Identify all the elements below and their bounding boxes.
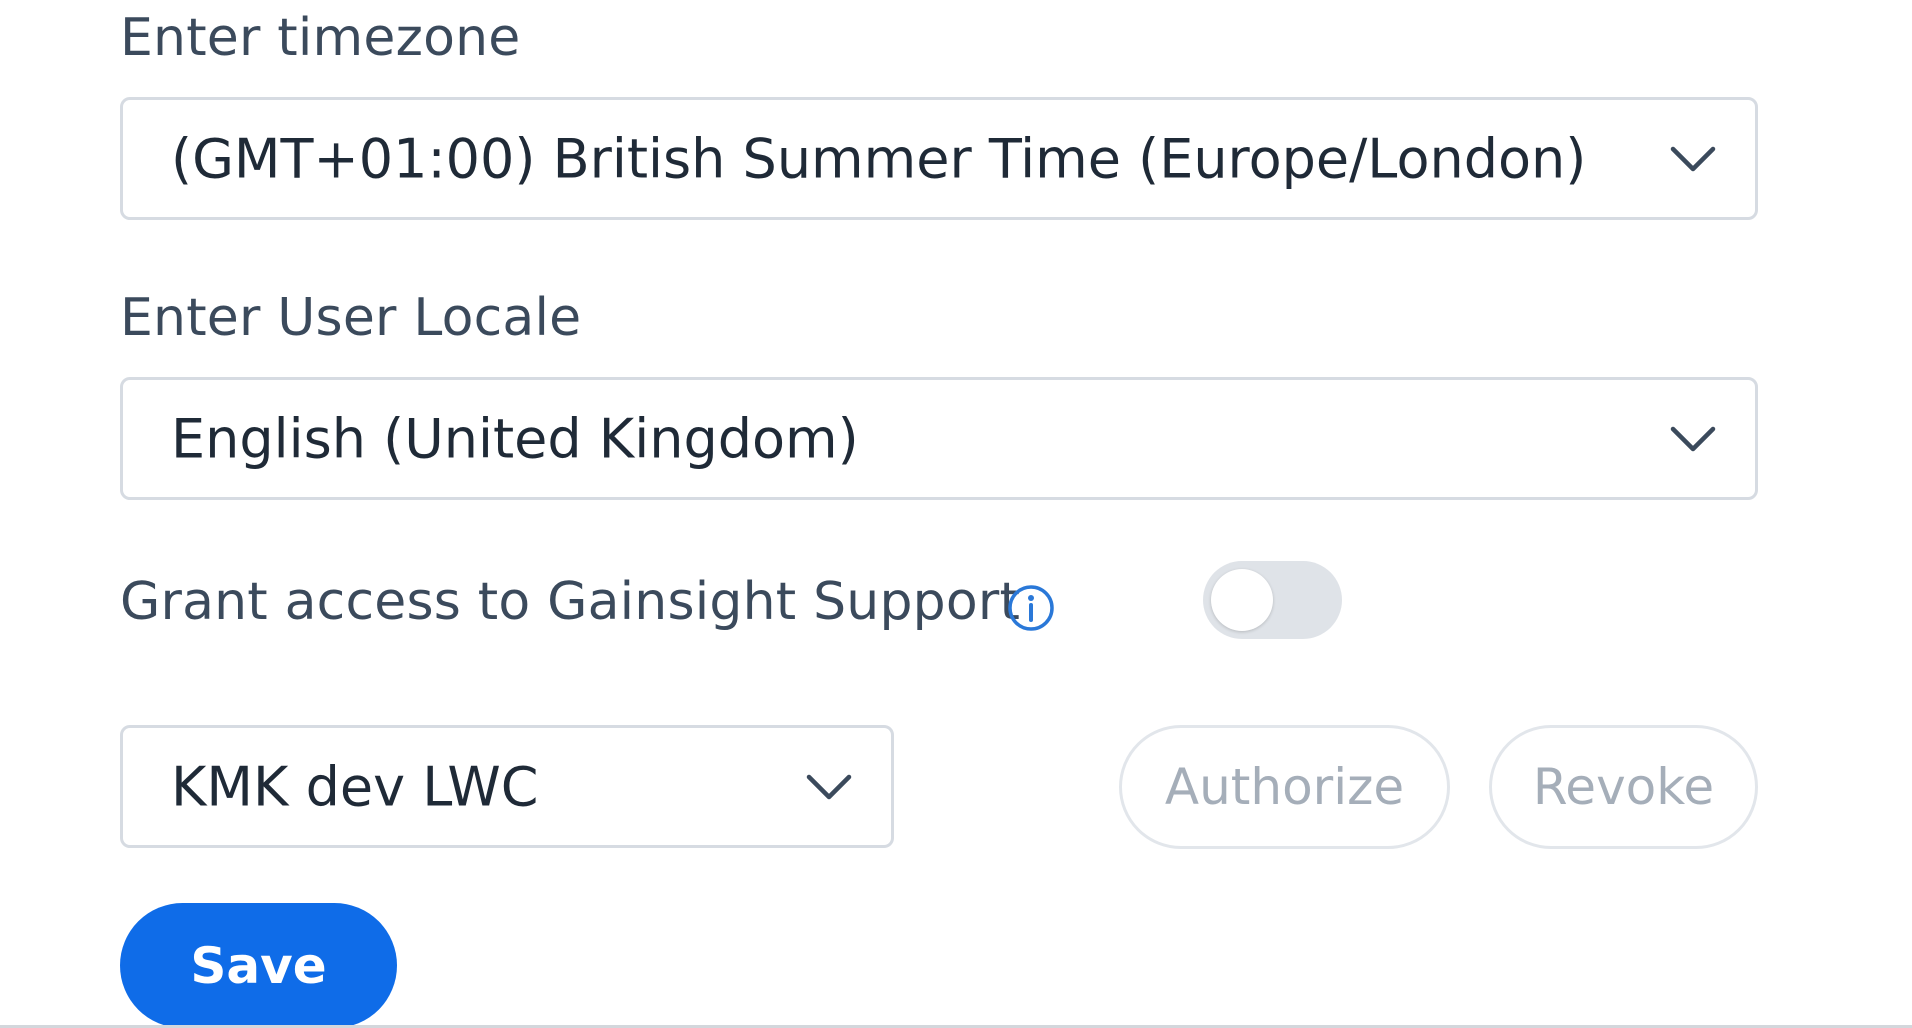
org-select-value: KMK dev LWC — [171, 755, 539, 818]
toggle-knob — [1211, 569, 1273, 631]
org-select[interactable]: KMK dev LWC — [120, 725, 894, 848]
timezone-select[interactable]: (GMT+01:00) British Summer Time (Europe/… — [120, 97, 1758, 220]
support-access-label: Grant access to Gainsight Support — [120, 572, 1021, 632]
chevron-down-icon — [1670, 426, 1716, 451]
chevron-down-icon — [1670, 146, 1716, 171]
info-icon[interactable] — [1007, 584, 1055, 632]
locale-select-value: English (United Kingdom) — [171, 407, 859, 470]
locale-select[interactable]: English (United Kingdom) — [120, 377, 1758, 500]
timezone-select-value: (GMT+01:00) British Summer Time (Europe/… — [171, 127, 1587, 190]
revoke-button[interactable]: Revoke — [1489, 725, 1758, 849]
authorize-button[interactable]: Authorize — [1119, 725, 1450, 849]
support-access-toggle[interactable] — [1203, 561, 1342, 639]
timezone-label: Enter timezone — [120, 8, 521, 68]
locale-label: Enter User Locale — [120, 288, 582, 348]
save-button[interactable]: Save — [120, 903, 397, 1028]
chevron-down-icon — [806, 774, 852, 799]
